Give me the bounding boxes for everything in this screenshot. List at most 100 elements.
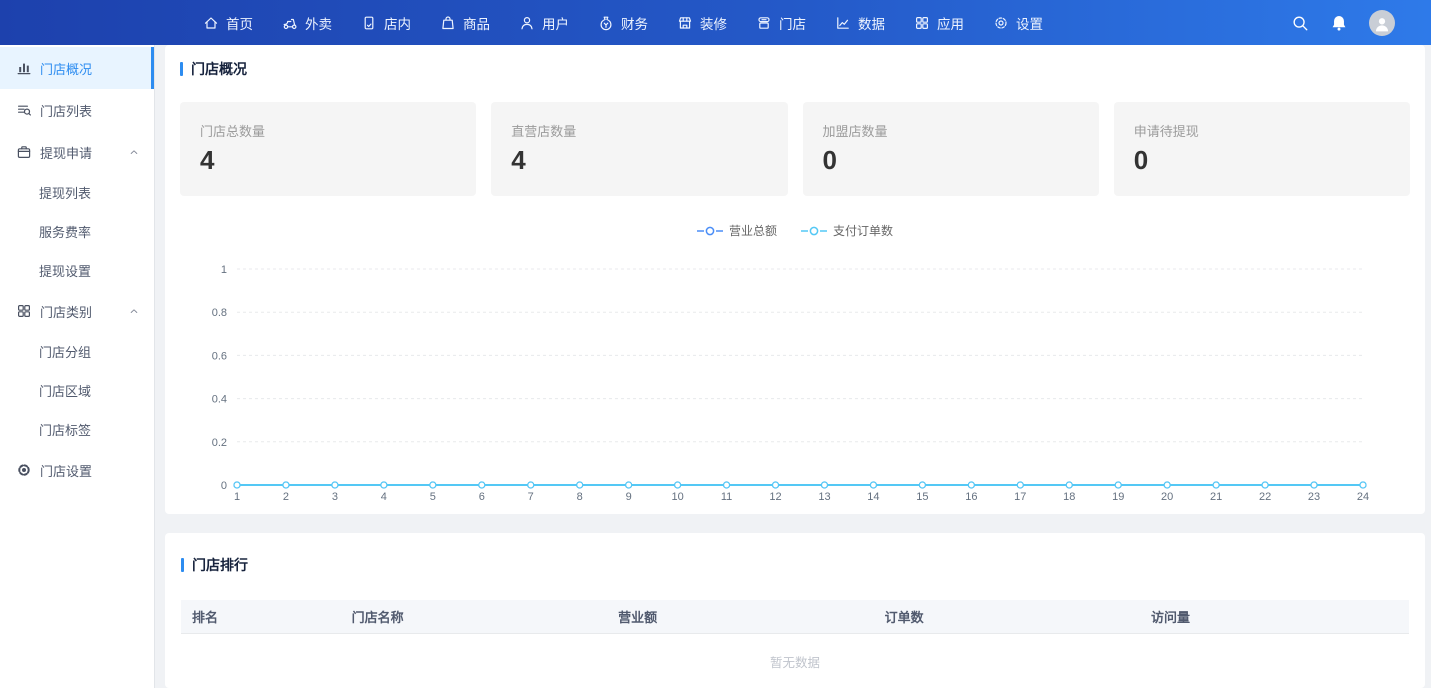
stat-card-franchise-stores: 加盟店数量 0 [803,102,1099,196]
trend-chart-svg: 00.20.40.60.8112345678910111213141516171… [180,243,1410,507]
ranking-table-header: 排名门店名称营业额订单数访问量 [181,600,1409,634]
user-icon [519,15,535,31]
sidebar: 门店概况门店列表提现申请提现列表服务费率提现设置门店类别门店分组门店区域门店标签… [0,45,155,688]
column-header-orders: 订单数 [874,607,1140,626]
legend-item[interactable]: 支付订单数 [801,222,893,239]
chart-legend: 营业总额 支付订单数 [180,222,1410,239]
nav-item-label: 设置 [1016,13,1043,33]
sidebar-item-label: 提现申请 [40,143,92,162]
stat-value: 0 [823,145,1079,176]
sidebar-item-store-overview[interactable]: 门店概况 [0,47,154,89]
nav-item-takeout[interactable]: 外卖 [282,13,332,33]
legend-label: 支付订单数 [833,222,893,239]
sidebar-item-withdraw-apply[interactable]: 提现申请 [0,131,154,173]
empty-state: 暂无数据 [181,634,1409,688]
nav-item-instore[interactable]: 店内 [361,13,411,33]
stat-label: 加盟店数量 [823,121,1079,140]
svg-text:14: 14 [867,491,879,503]
svg-text:0.8: 0.8 [212,307,227,319]
stat-label: 申请待提现 [1134,121,1390,140]
bell-icon[interactable] [1330,14,1348,32]
svg-text:24: 24 [1357,491,1369,503]
sidebar-item-label: 门店类别 [40,302,92,321]
sidebar-item-withdraw-settings[interactable]: 提现设置 [0,251,154,290]
sidebar-item-label: 门店分组 [39,342,91,361]
nav-item-finance[interactable]: 财务 [598,13,648,33]
page-title: 门店概况 [191,59,247,79]
title-accent-bar [180,62,183,76]
overview-section-title: 门店概况 [180,59,1410,79]
awning-icon [677,15,693,31]
sidebar-item-store-tag[interactable]: 门店标签 [0,410,154,449]
search-icon[interactable] [1291,14,1309,32]
moneybag-icon [598,15,614,31]
nav-item-home[interactable]: 首页 [203,13,253,33]
sidebar-item-service-rate[interactable]: 服务费率 [0,212,154,251]
stat-value: 0 [1134,145,1390,176]
svg-text:6: 6 [479,491,485,503]
svg-text:8: 8 [577,491,583,503]
svg-text:4: 4 [381,491,387,503]
topbar-nav: 首页 外卖 店内 商品 用户 财务 装修 门店 数据 应用 设置 [0,13,1043,33]
svg-text:0.6: 0.6 [212,350,227,362]
sidebar-item-label: 门店概况 [40,59,92,78]
ranking-card: 门店排行 排名门店名称营业额订单数访问量 暂无数据 [165,533,1425,688]
topbar-actions [1291,10,1431,36]
svg-text:13: 13 [818,491,830,503]
nav-item-apps[interactable]: 应用 [914,13,964,33]
ranking-section-title: 门店排行 [181,555,1409,575]
gear-icon [993,15,1009,31]
home-icon [203,15,219,31]
column-header-store-name: 门店名称 [341,607,607,626]
main-content: 门店概况 门店总数量4直营店数量4加盟店数量0申请待提现0 营业总额支付订单数 … [155,45,1431,688]
ranking-table: 排名门店名称营业额订单数访问量 暂无数据 [181,600,1409,688]
svg-text:7: 7 [528,491,534,503]
list-search-icon [16,102,32,118]
svg-text:5: 5 [430,491,436,503]
grid-icon [16,303,32,319]
legend-marker-icon [801,226,827,236]
nav-item-user[interactable]: 用户 [519,13,569,33]
svg-text:2: 2 [283,491,289,503]
stat-label: 直营店数量 [511,121,767,140]
sidebar-item-store-region[interactable]: 门店区域 [0,371,154,410]
legend-label: 营业总额 [729,222,777,239]
sidebar-item-withdraw-list[interactable]: 提现列表 [0,173,154,212]
bar-chart-icon [16,60,32,76]
nav-item-label: 用户 [542,13,569,33]
nav-item-decorate[interactable]: 装修 [677,13,727,33]
stat-value: 4 [511,145,767,176]
svg-text:11: 11 [721,491,732,503]
grid-icon [914,15,930,31]
sidebar-item-label: 提现列表 [39,183,91,202]
topbar: 首页 外卖 店内 商品 用户 财务 装修 门店 数据 应用 设置 [0,0,1431,45]
svg-text:3: 3 [332,491,338,503]
legend-item[interactable]: 营业总额 [697,222,777,239]
sidebar-item-label: 门店标签 [39,420,91,439]
nav-item-label: 商品 [463,13,490,33]
sidebar-item-store-category[interactable]: 门店类别 [0,290,154,332]
sidebar-item-store-group[interactable]: 门店分组 [0,332,154,371]
sidebar-item-store-settings[interactable]: 门店设置 [0,449,154,491]
column-header-rank: 排名 [181,607,341,626]
nav-item-label: 数据 [858,13,885,33]
svg-text:9: 9 [626,491,632,503]
stat-card-pending-withdraw: 申请待提现 0 [1114,102,1410,196]
nav-item-settings[interactable]: 设置 [993,13,1043,33]
svg-text:17: 17 [1014,491,1026,503]
nav-item-goods[interactable]: 商品 [440,13,490,33]
trend-chart: 00.20.40.60.8112345678910111213141516171… [180,243,1410,507]
nav-item-store[interactable]: 门店 [756,13,806,33]
nav-item-label: 财务 [621,13,648,33]
nav-item-data[interactable]: 数据 [835,13,885,33]
svg-text:21: 21 [1210,491,1222,503]
avatar[interactable] [1369,10,1395,36]
svg-text:12: 12 [769,491,781,503]
chevron-up-icon [128,305,140,317]
shop-icon [756,15,772,31]
ranking-title: 门店排行 [192,555,248,575]
svg-text:19: 19 [1112,491,1124,503]
scooter-icon [282,15,298,31]
sidebar-item-store-list[interactable]: 门店列表 [0,89,154,131]
chevron-up-icon [128,146,140,158]
